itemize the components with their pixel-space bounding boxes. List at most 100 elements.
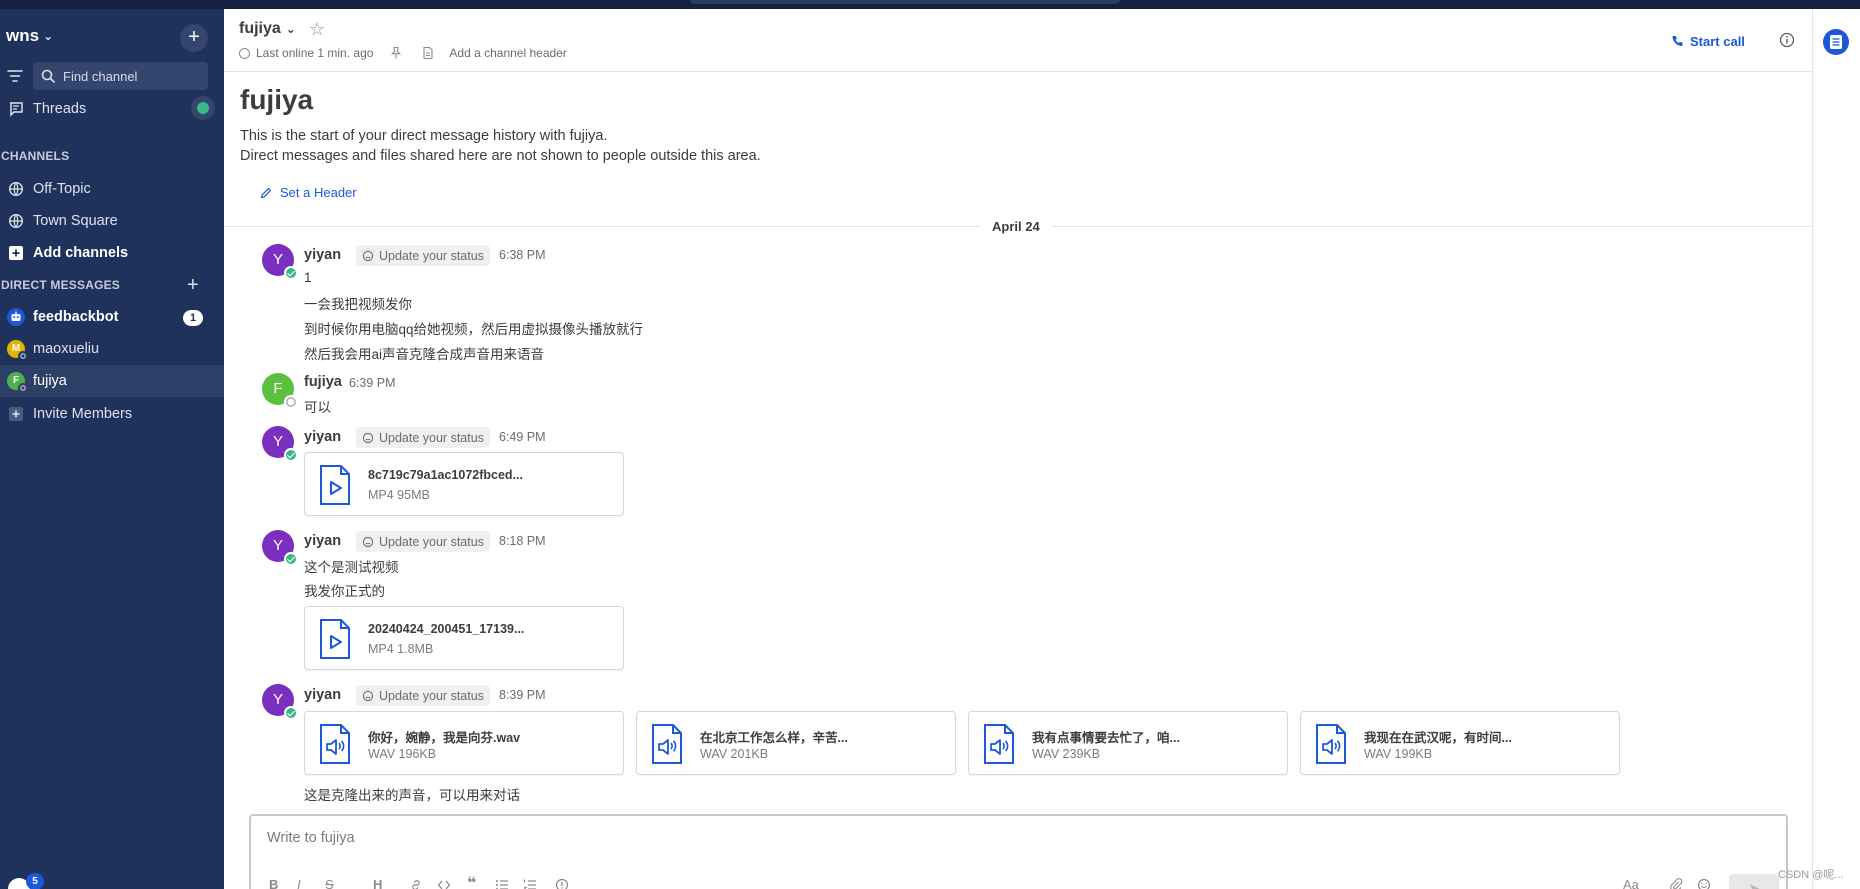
post-time[interactable]: 6:49 PM bbox=[499, 430, 546, 444]
numbered-list-icon[interactable] bbox=[523, 878, 537, 889]
file-attachment[interactable]: 我现在在武汉呢，有时间... WAV 199KB bbox=[1300, 711, 1620, 775]
file-attachment[interactable]: 20240424_200451_17139... MP4 1.8MB bbox=[304, 606, 624, 670]
sidebar-item-label: feedbackbot bbox=[33, 309, 119, 325]
code-icon[interactable] bbox=[437, 878, 451, 889]
post-time[interactable]: 6:39 PM bbox=[349, 376, 396, 390]
channel-name-menu[interactable]: fujiya ⌄ bbox=[239, 20, 296, 38]
italic-button[interactable]: I bbox=[297, 877, 301, 889]
message-text: 然后我会用ai声音克隆合成声音用来语音 bbox=[304, 347, 545, 362]
top-bar bbox=[0, 0, 1860, 9]
sidebar-item-town-square[interactable]: Town Square bbox=[0, 205, 224, 237]
app-bar-boards-icon[interactable] bbox=[1821, 27, 1851, 57]
strikethrough-button[interactable]: S bbox=[325, 877, 334, 889]
update-status-button[interactable]: Update your status bbox=[356, 685, 490, 706]
sidebar-item-maoxueliu[interactable]: M maoxueliu bbox=[0, 333, 224, 365]
post-time[interactable]: 8:18 PM bbox=[499, 534, 546, 548]
message-text: 到时候你用电脑qq给她视频，然后用虚拟摄像头播放就行 bbox=[304, 322, 644, 337]
message-composer[interactable]: Write to fujiya B I S H ❝ Aa ➤ bbox=[249, 814, 1788, 889]
intro-text: This is the start of your direct message… bbox=[240, 128, 608, 144]
avatar: F bbox=[7, 372, 28, 393]
text-size-button[interactable]: Aa bbox=[1623, 877, 1639, 889]
add-button[interactable]: + bbox=[180, 24, 208, 52]
info-icon[interactable] bbox=[555, 878, 569, 889]
file-name: 8c719c79a1ac1072fbced... bbox=[368, 468, 523, 482]
add-channels-button[interactable]: Add channels bbox=[0, 237, 224, 269]
offline-status-icon bbox=[239, 47, 250, 59]
unread-badge: 1 bbox=[183, 310, 203, 326]
bold-button[interactable]: B bbox=[269, 877, 278, 889]
sidebar-item-label: Off-Topic bbox=[33, 181, 91, 197]
add-channels-label: Add channels bbox=[33, 245, 129, 261]
intro-title: fujiya bbox=[240, 84, 314, 115]
send-button[interactable]: ➤ bbox=[1729, 874, 1779, 889]
channels-heading[interactable]: CHANNELS bbox=[1, 149, 69, 163]
quote-icon[interactable]: ❝ bbox=[467, 873, 476, 889]
post-username[interactable]: yiyan bbox=[304, 429, 341, 445]
find-channel-input[interactable]: Find channel bbox=[33, 62, 208, 90]
online-status-icon bbox=[284, 266, 298, 280]
phone-icon bbox=[1672, 36, 1683, 46]
info-icon[interactable] bbox=[1779, 32, 1795, 48]
online-status-icon bbox=[284, 706, 298, 720]
file-attachment[interactable]: 8c719c79a1ac1072fbced... MP4 95MB bbox=[304, 452, 624, 516]
plus-square-icon bbox=[5, 406, 27, 422]
date-separator: April 24 bbox=[980, 219, 1052, 234]
post-time[interactable]: 8:39 PM bbox=[499, 688, 546, 702]
start-call-button[interactable]: Start call bbox=[1671, 34, 1745, 49]
file-attachment[interactable]: 在北京工作怎么样，辛苦... WAV 201KB bbox=[636, 711, 956, 775]
post-username[interactable]: yiyan bbox=[304, 247, 341, 263]
video-file-icon bbox=[320, 465, 350, 505]
filter-icon[interactable] bbox=[6, 67, 24, 85]
add-dm-icon[interactable]: + bbox=[187, 274, 199, 297]
update-status-button[interactable]: Update your status bbox=[356, 531, 490, 552]
bullet-list-icon[interactable] bbox=[495, 878, 509, 889]
sidebar-item-label: fujiya bbox=[33, 373, 67, 389]
channel-header: fujiya ⌄ ☆ Last online 1 min. ago Add a … bbox=[224, 9, 1812, 72]
heading-button[interactable]: H bbox=[373, 877, 382, 889]
attachment-icon[interactable] bbox=[1669, 878, 1683, 889]
sidebar-item-off-topic[interactable]: Off-Topic bbox=[0, 173, 224, 205]
status-icon bbox=[362, 536, 374, 547]
file-attachment[interactable]: 你好，婉静，我是向芬.wav WAV 196KB bbox=[304, 711, 624, 775]
global-search-edge[interactable] bbox=[690, 0, 1120, 4]
avatar: M bbox=[7, 340, 28, 361]
file-attachment[interactable]: 我有点事情要去忙了，咱... WAV 239KB bbox=[968, 711, 1288, 775]
avatar[interactable]: Y bbox=[262, 426, 298, 462]
avatar-initial: Y bbox=[272, 251, 283, 268]
pencil-icon bbox=[260, 187, 272, 198]
direct-messages-heading[interactable]: DIRECT MESSAGES bbox=[1, 278, 120, 292]
invite-members-button[interactable]: Invite Members bbox=[0, 398, 224, 430]
file-meta: MP4 95MB bbox=[368, 488, 430, 502]
team-menu[interactable]: wns ⌄ bbox=[6, 26, 53, 46]
file-name: 我有点事情要去忙了，咱... bbox=[1032, 731, 1180, 745]
find-channel-placeholder: Find channel bbox=[63, 68, 138, 84]
update-status-button[interactable]: Update your status bbox=[356, 245, 490, 266]
favorite-star-icon[interactable]: ☆ bbox=[309, 19, 325, 40]
post-username[interactable]: yiyan bbox=[304, 687, 341, 703]
document-icon bbox=[423, 46, 433, 60]
sidebar-item-fujiya[interactable]: F fujiya bbox=[0, 365, 224, 397]
set-header-button[interactable]: Set a Header bbox=[260, 185, 357, 200]
sidebar-item-label: Town Square bbox=[33, 213, 118, 229]
globe-icon bbox=[5, 181, 27, 197]
plus-square-icon bbox=[5, 245, 27, 261]
update-status-button[interactable]: Update your status bbox=[356, 427, 490, 448]
offline-status-icon bbox=[18, 351, 28, 361]
avatar[interactable]: F bbox=[262, 373, 298, 409]
avatar[interactable]: Y bbox=[262, 530, 298, 566]
set-header-label: Set a Header bbox=[280, 185, 357, 200]
post-username[interactable]: yiyan bbox=[304, 533, 341, 549]
link-icon[interactable] bbox=[409, 878, 423, 889]
mention-badge: 5 bbox=[26, 873, 44, 889]
add-channel-header-link[interactable]: Add a channel header bbox=[449, 46, 566, 60]
avatar[interactable]: Y bbox=[262, 244, 298, 280]
file-meta: WAV 239KB bbox=[1032, 747, 1101, 761]
emoji-icon[interactable] bbox=[1697, 878, 1711, 889]
avatar[interactable]: Y bbox=[262, 684, 298, 720]
chevron-down-icon: ⌄ bbox=[285, 22, 296, 36]
post-username[interactable]: fujiya bbox=[304, 374, 342, 390]
chevron-down-icon: ⌄ bbox=[43, 29, 54, 43]
post-time[interactable]: 6:38 PM bbox=[499, 248, 546, 262]
offline-status-icon bbox=[18, 383, 28, 393]
pin-icon[interactable] bbox=[389, 46, 403, 60]
